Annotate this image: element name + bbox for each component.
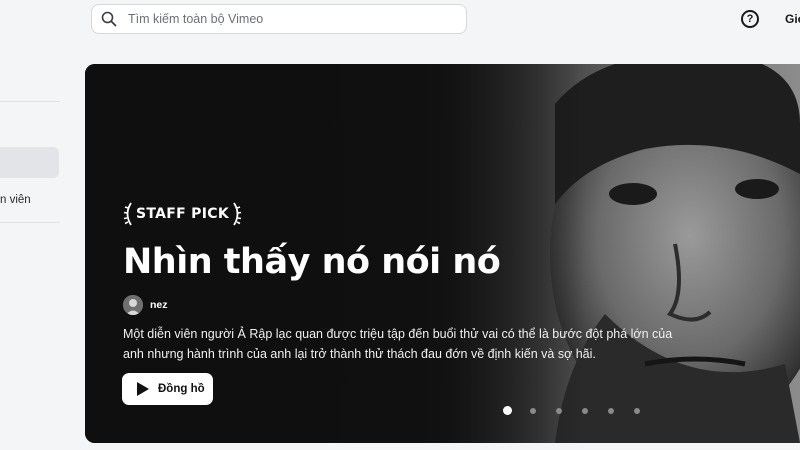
top-bar: ? Giới: [0, 0, 800, 40]
watch-button[interactable]: Đồng hồ: [122, 373, 213, 405]
sidebar-divider: [0, 101, 60, 102]
laurel-left-icon: [123, 202, 132, 226]
carousel-dot[interactable]: [556, 407, 562, 414]
search-input[interactable]: [126, 11, 466, 27]
hero-banner[interactable]: STAFF PICK Nhìn thấy nó nói nó nez Một d…: [85, 64, 800, 443]
search-icon: [101, 11, 117, 27]
sidebar-item-active[interactable]: [0, 147, 59, 178]
creator-avatar: [123, 295, 143, 315]
carousel-dot[interactable]: [634, 407, 640, 414]
carousel-dot[interactable]: [530, 407, 536, 414]
hero-description: Một diễn viên người Ả Rập lạc quan được …: [123, 327, 673, 361]
nav-link-partial[interactable]: Giới: [785, 12, 800, 26]
laurel-right-icon: [233, 202, 242, 226]
carousel-pagination: [503, 406, 660, 415]
creator-link[interactable]: nez: [123, 295, 168, 315]
creator-name[interactable]: nez: [150, 299, 168, 311]
carousel-dot[interactable]: [608, 407, 614, 414]
sidebar-divider: [0, 222, 60, 223]
play-icon: [136, 381, 150, 397]
watch-button-label: Đồng hồ: [158, 383, 205, 395]
carousel-dot[interactable]: [503, 406, 512, 415]
search-box[interactable]: [91, 4, 467, 34]
help-circle-icon[interactable]: ?: [741, 10, 759, 28]
staff-pick-badge: STAFF PICK: [123, 201, 242, 227]
hero-title[interactable]: Nhìn thấy nó nói nó: [123, 242, 501, 282]
staff-pick-text: STAFF PICK: [136, 206, 229, 222]
sidebar-item-label[interactable]: n viên: [0, 194, 31, 206]
carousel-dot[interactable]: [582, 407, 588, 414]
